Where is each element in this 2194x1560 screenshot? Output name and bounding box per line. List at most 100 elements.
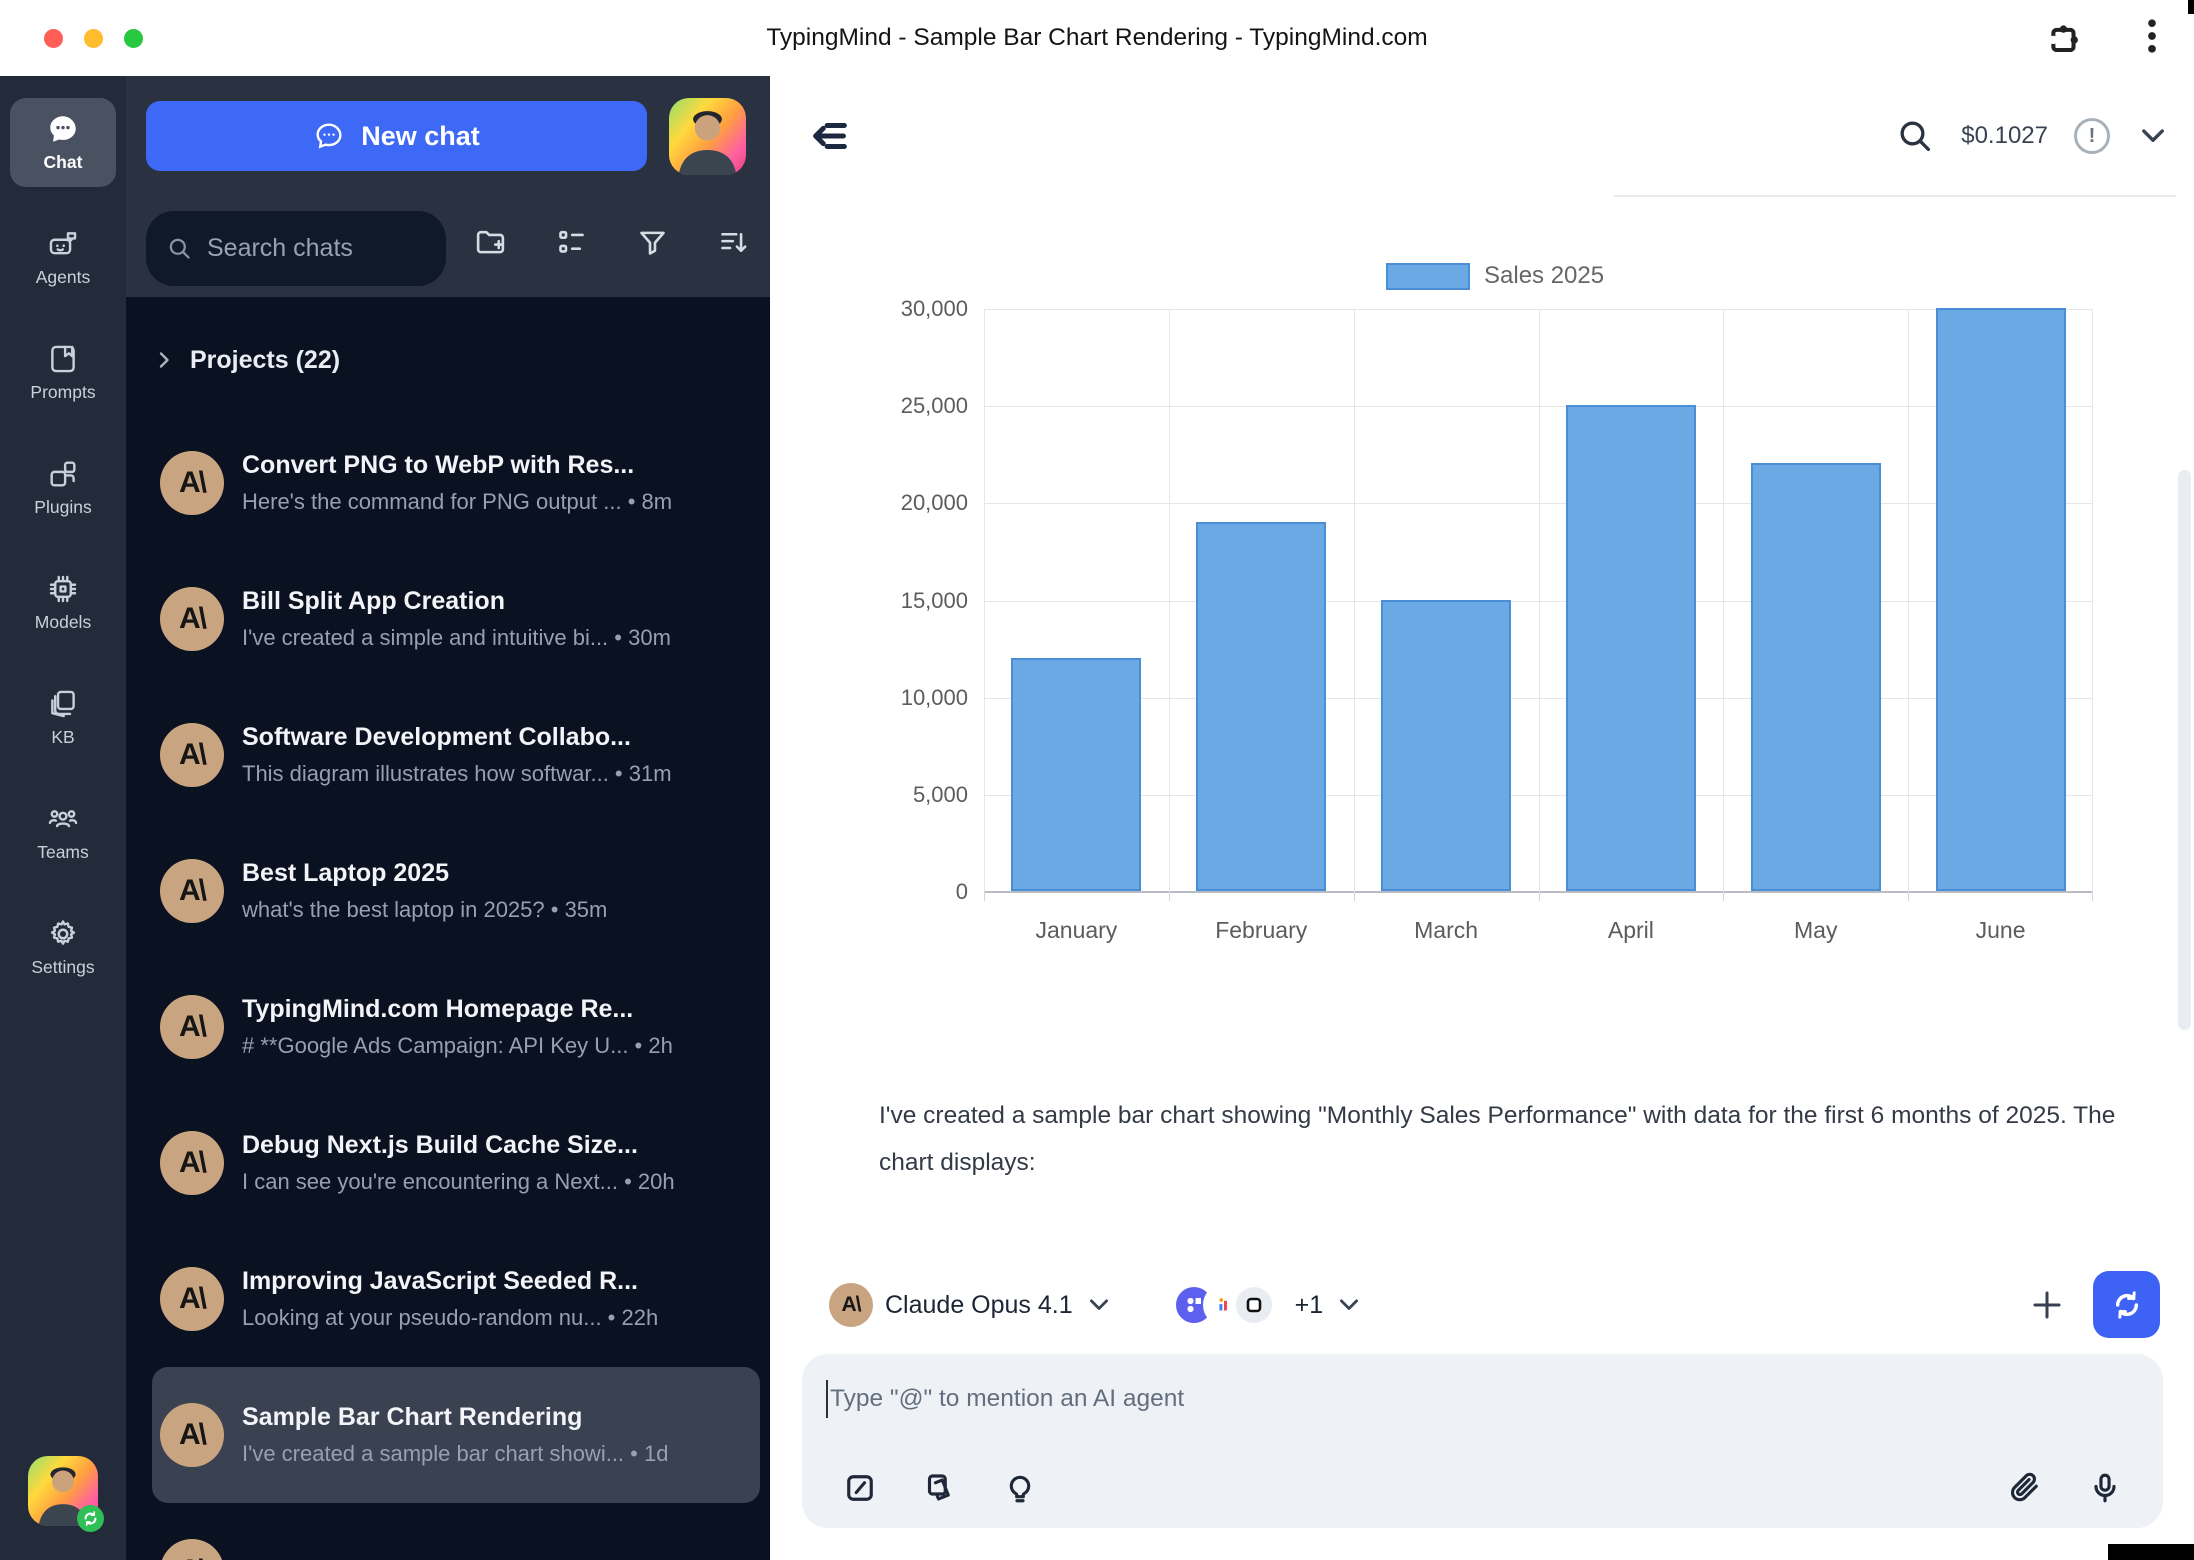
- new-folder-icon[interactable]: [474, 226, 507, 259]
- chat-list-panel: New chat: [126, 76, 770, 1560]
- usage-cost[interactable]: $0.1027: [1961, 122, 2048, 150]
- regenerate-button[interactable]: [2093, 1271, 2160, 1338]
- bar-april[interactable]: [1566, 405, 1696, 891]
- sidebar-item-label: Chat: [44, 152, 83, 173]
- chat-item-title: TypingMind.com Homepage Re...: [242, 995, 673, 1024]
- sidebar-item-teams[interactable]: Teams: [10, 788, 116, 877]
- text-caret: [826, 1380, 828, 1418]
- microphone-icon[interactable]: [2087, 1470, 2123, 1506]
- edit-note-icon[interactable]: [842, 1470, 878, 1506]
- chevron-down-icon[interactable]: [1335, 1291, 1363, 1319]
- filter-icon[interactable]: [636, 226, 669, 259]
- x-axis-tick: [984, 892, 985, 901]
- lightbulb-icon[interactable]: [1002, 1470, 1038, 1506]
- chat-item-title: Convert PNG to WebP with Res...: [242, 451, 672, 480]
- more-plugins-count[interactable]: +1: [1295, 1291, 1324, 1320]
- browser-menu-icon[interactable]: [2130, 14, 2174, 63]
- chat-bubble-icon: [313, 120, 345, 152]
- window-title: TypingMind - Sample Bar Chart Rendering …: [0, 0, 2194, 76]
- projects-toggle[interactable]: Projects (22): [152, 337, 760, 383]
- bar-january[interactable]: [1011, 658, 1141, 891]
- bar-march[interactable]: [1381, 600, 1511, 892]
- y-tick-label: 30,000: [901, 296, 968, 322]
- sidebar-item-agents[interactable]: Agents: [10, 213, 116, 302]
- chat-list-item[interactable]: A\Add Dark Mode to PluginPermi...: [152, 1503, 760, 1560]
- model-selector[interactable]: Claude Opus 4.1: [885, 1291, 1073, 1320]
- new-chat-label: New chat: [361, 121, 480, 152]
- chat-list-item[interactable]: A\Bill Split App CreationI've created a …: [152, 551, 760, 687]
- bulk-select-icon[interactable]: [555, 226, 588, 259]
- chat-item-title: Improving JavaScript Seeded R...: [242, 1267, 658, 1296]
- sidebar-item-kb[interactable]: KB: [10, 673, 116, 762]
- sidebar-item-chat[interactable]: Chat: [10, 98, 116, 187]
- assistant-message: I've created a sample bar chart showing …: [879, 1092, 2124, 1186]
- x-axis-tick: [2092, 892, 2093, 901]
- chat-item-preview: # **Google Ads Campaign: API Key U... • …: [242, 1033, 673, 1059]
- user-avatar-top[interactable]: [669, 98, 746, 175]
- sidebar-item-label: Settings: [31, 957, 94, 978]
- anthropic-avatar: A\: [160, 723, 224, 787]
- chat-list-item[interactable]: A\Debug Next.js Build Cache Size...I can…: [152, 1095, 760, 1231]
- projects-label: Projects (22): [190, 346, 340, 375]
- chevron-down-icon[interactable]: [2136, 119, 2170, 153]
- y-tick-label: 0: [956, 879, 968, 905]
- extensions-icon[interactable]: [2042, 17, 2086, 61]
- bar-may[interactable]: [1751, 463, 1881, 891]
- chart-legend[interactable]: Sales 2025: [1386, 262, 1604, 290]
- chevron-down-icon[interactable]: [1085, 1291, 1113, 1319]
- add-attachment-button[interactable]: [2029, 1287, 2065, 1323]
- sidebar-item-plugins[interactable]: Plugins: [10, 443, 116, 532]
- kb-icon: [46, 687, 80, 721]
- chat-item-preview: I've created a sample bar chart showi...…: [242, 1441, 668, 1467]
- x-tick-label: January: [984, 917, 1168, 944]
- collapse-sidebar-icon[interactable]: [806, 112, 854, 160]
- sidebar-item-models[interactable]: Models: [10, 558, 116, 647]
- gridline: [1169, 309, 1170, 892]
- chat-list-item[interactable]: A\TypingMind.com Homepage Re...# **Googl…: [152, 959, 760, 1095]
- screen-corner-artifact: [2188, 0, 2194, 14]
- cost-warning-icon[interactable]: !: [2074, 118, 2110, 154]
- main-scrollbar-thumb[interactable]: [2178, 470, 2191, 1030]
- bar-february[interactable]: [1196, 522, 1326, 891]
- sidebar-item-prompts[interactable]: Prompts: [10, 328, 116, 417]
- chat-item-title: Software Development Collabo...: [242, 723, 672, 752]
- chat-list-item[interactable]: A\Sample Bar Chart RenderingI've created…: [152, 1367, 760, 1503]
- chat-item-preview: Here's the command for PNG output ... • …: [242, 489, 672, 515]
- chat-item-preview: Looking at your pseudo-random nu... • 22…: [242, 1305, 658, 1331]
- sort-icon[interactable]: [717, 226, 750, 259]
- chat-item-title: Sample Bar Chart Rendering: [242, 1403, 668, 1432]
- active-plugins[interactable]: [1173, 1284, 1275, 1326]
- user-avatar-bottom[interactable]: [28, 1456, 98, 1526]
- chat-item-title: Debug Next.js Build Cache Size...: [242, 1131, 675, 1160]
- models-icon: [46, 572, 80, 606]
- y-tick-label: 10,000: [901, 685, 968, 711]
- sidebar-item-label: Plugins: [34, 497, 91, 518]
- templates-icon[interactable]: [922, 1470, 958, 1506]
- anthropic-avatar: A\: [160, 1267, 224, 1331]
- chat-list-item[interactable]: A\Best Laptop 2025what's the best laptop…: [152, 823, 760, 959]
- message-composer[interactable]: [802, 1354, 2163, 1528]
- attach-file-icon[interactable]: [2007, 1470, 2043, 1506]
- message-input[interactable]: [830, 1378, 1930, 1420]
- chat-list-item[interactable]: A\ Software Development Collabo... This di…: [152, 687, 760, 823]
- chat-item-preview: This diagram illustrates how softwar... …: [242, 761, 672, 787]
- chat-search-box[interactable]: [146, 211, 446, 286]
- chat-list-item[interactable]: A\ Improving JavaScript Seeded R... Lookin…: [152, 1231, 760, 1367]
- legend-label: Sales 2025: [1484, 262, 1604, 290]
- x-tick-label: May: [1724, 917, 1908, 944]
- agents-icon: [46, 227, 80, 261]
- bar-june[interactable]: [1936, 308, 2066, 891]
- sidebar-item-settings[interactable]: Settings: [10, 903, 116, 992]
- gridline: [1908, 309, 1909, 892]
- chat-list: Projects (22) A\Convert PNG to WebP with…: [126, 297, 770, 1560]
- chat-list-item[interactable]: A\Convert PNG to WebP with Res...Here's …: [152, 415, 760, 551]
- refresh-icon: [2109, 1287, 2145, 1323]
- screen-corner-artifact: [2108, 1544, 2194, 1560]
- chat-search-input[interactable]: [207, 234, 417, 263]
- gridline: [1354, 309, 1355, 892]
- y-tick-label: 5,000: [913, 782, 968, 808]
- y-tick-label: 20,000: [901, 490, 968, 516]
- search-icon[interactable]: [1895, 116, 1935, 156]
- new-chat-button[interactable]: New chat: [146, 101, 647, 171]
- main-area: $0.1027 ! Sales 2025 05,00010,00015,0002…: [770, 76, 2194, 1560]
